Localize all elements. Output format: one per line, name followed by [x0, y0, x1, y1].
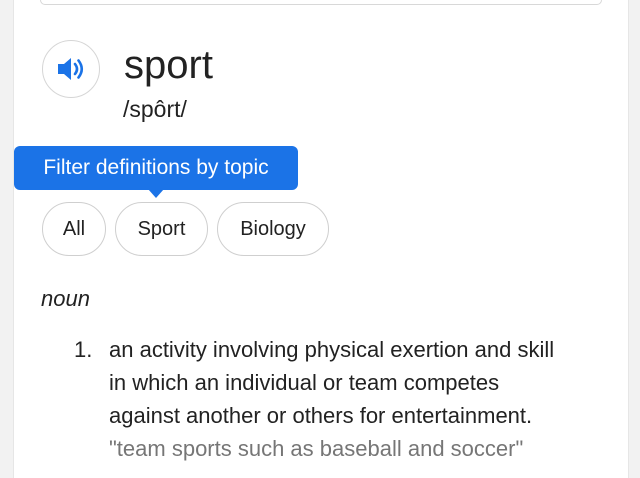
definition-text: an activity involving physical exertion … — [109, 333, 624, 465]
pronunciation-text: /spôrt/ — [123, 96, 187, 122]
chip-sport[interactable]: Sport — [115, 202, 208, 256]
search-box-edge — [40, 0, 602, 5]
usage-example: "team sports such as baseball and soccer… — [109, 436, 524, 461]
chip-all[interactable]: All — [42, 202, 106, 256]
definition-line: an activity involving physical exertion … — [109, 337, 555, 362]
pronunciation-audio-button[interactable] — [42, 40, 100, 98]
filter-topic-tooltip: Filter definitions by topic — [14, 146, 298, 190]
definition-line: against another or others for entertainm… — [109, 403, 533, 428]
chip-biology[interactable]: Biology — [217, 202, 329, 256]
part-of-speech: noun — [41, 286, 90, 311]
tooltip-arrow — [148, 189, 164, 198]
headword: sport — [124, 43, 213, 87]
definition-number: 1. — [74, 337, 93, 362]
definition-line: in which an individual or team competes — [109, 370, 500, 395]
speaker-volume-icon — [58, 58, 84, 80]
